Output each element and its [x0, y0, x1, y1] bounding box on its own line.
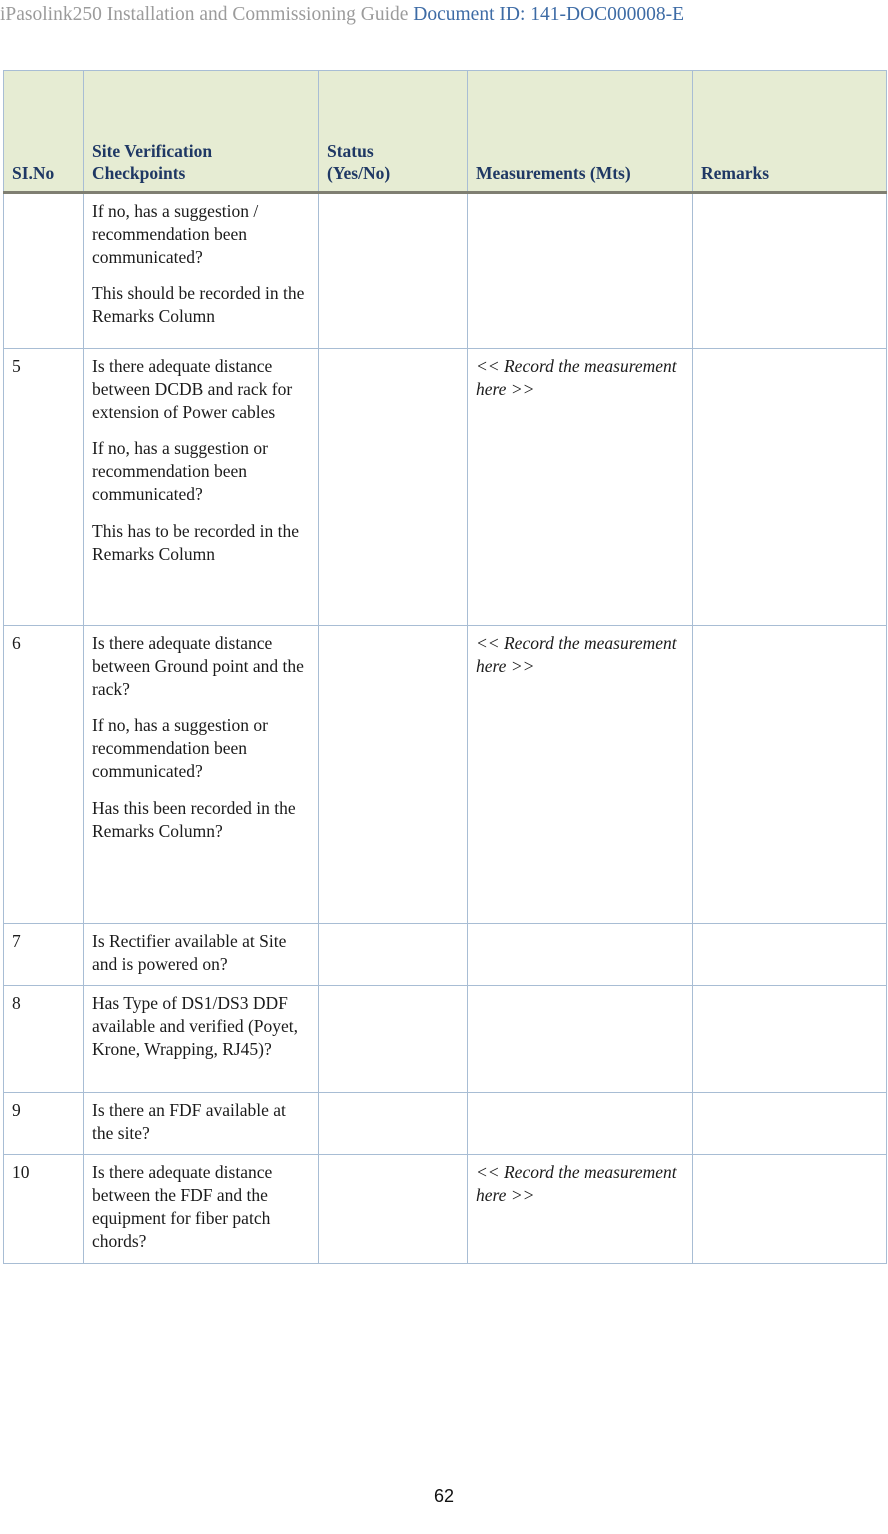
- checkpoint-paragraph: If no, has a suggestion or recommendatio…: [92, 715, 268, 782]
- table-row: 10 Is there adequate distance between th…: [3, 1154, 887, 1264]
- header-document-title: iPasolink250 Installation and Commission…: [0, 4, 409, 25]
- cell-slno: 8: [3, 985, 84, 1093]
- cell-remarks[interactable]: [692, 348, 887, 626]
- column-header-site-verification-checkpoints: Site Verification Checkpoints: [83, 70, 319, 194]
- checkpoint-paragraph: Has Type of DS1/DS3 DDF available and ve…: [92, 993, 299, 1060]
- column-header-slno: SI.No: [3, 70, 84, 194]
- column-header-remarks: Remarks: [692, 70, 887, 194]
- cell-slno: 7: [3, 923, 84, 986]
- checkpoint-paragraph: Is Rectifier available at Site and is po…: [92, 931, 287, 975]
- table-body: If no, has a suggestion / recommendation…: [3, 192, 887, 1264]
- column-header-status-line-2: (Yes/No): [327, 163, 391, 184]
- checkpoint-paragraph: This has to be recorded in the Remarks C…: [92, 520, 300, 564]
- cell-status[interactable]: [318, 348, 468, 626]
- cell-checkpoint: Is there an FDF available at the site?: [83, 1092, 319, 1155]
- checkpoint-paragraph: Is there adequate distance between DCDB …: [92, 356, 293, 423]
- cell-measurements[interactable]: << Record the measurement here >>: [467, 625, 693, 924]
- cell-measurements[interactable]: [467, 985, 693, 1093]
- cell-checkpoint: Has Type of DS1/DS3 DDF available and ve…: [83, 985, 319, 1093]
- checkpoint-paragraph: Is there an FDF available at the site?: [92, 1100, 286, 1144]
- site-verification-checklist-table-wrapper: SI.No Site Verification Checkpoints Stat…: [3, 70, 887, 1264]
- checkpoint-paragraph: Is there adequate distance between Groun…: [92, 633, 304, 700]
- page-number: 62: [433, 1486, 455, 1506]
- column-header-status: Status (Yes/No): [318, 70, 468, 194]
- table-row: 6 Is there adequate distance between Gro…: [3, 625, 887, 924]
- checkpoint-paragraph: If no, has a suggestion or recommendatio…: [92, 438, 268, 505]
- column-header-remarks-line-1: Remarks: [701, 163, 770, 184]
- page-running-header: iPasolink250 Installation and Commission…: [0, 0, 888, 34]
- cell-slno: [3, 192, 84, 349]
- table-row: 7 Is Rectifier available at Site and is …: [3, 923, 887, 986]
- cell-status[interactable]: [318, 985, 468, 1093]
- checkpoint-paragraph: Is there adequate distance between the F…: [92, 1162, 273, 1252]
- cell-checkpoint: Is there adequate distance between DCDB …: [83, 348, 319, 626]
- cell-remarks[interactable]: [692, 1092, 887, 1155]
- table-header-row: SI.No Site Verification Checkpoints Stat…: [3, 70, 887, 194]
- site-verification-checklist-table: SI.No Site Verification Checkpoints Stat…: [3, 70, 887, 1264]
- header-document-id: Document ID: 141-DOC000008-E: [413, 4, 685, 25]
- cell-remarks[interactable]: [692, 192, 887, 349]
- table-row: 5 Is there adequate distance between DCD…: [3, 348, 887, 626]
- cell-measurements[interactable]: [467, 923, 693, 986]
- cell-slno: 5: [3, 348, 84, 626]
- cell-status[interactable]: [318, 192, 468, 349]
- column-header-slno-line-1: SI.No: [12, 163, 55, 184]
- column-header-measurements-line-1: Measurements (Mts): [476, 163, 631, 184]
- column-header-checkpoints-line-2: Checkpoints: [92, 163, 186, 184]
- column-header-status-line-1: Status: [327, 140, 374, 161]
- cell-checkpoint: Is Rectifier available at Site and is po…: [83, 923, 319, 986]
- cell-status[interactable]: [318, 1154, 468, 1264]
- cell-slno: 10: [3, 1154, 84, 1264]
- cell-measurements[interactable]: << Record the measurement here >>: [467, 1154, 693, 1264]
- cell-remarks[interactable]: [692, 985, 887, 1093]
- table-row: 9 Is there an FDF available at the site?: [3, 1092, 887, 1155]
- cell-measurements[interactable]: [467, 1092, 693, 1155]
- cell-remarks[interactable]: [692, 923, 887, 986]
- cell-status[interactable]: [318, 1092, 468, 1155]
- cell-checkpoint: Is there adequate distance between the F…: [83, 1154, 319, 1264]
- cell-slno: 9: [3, 1092, 84, 1155]
- table-header: SI.No Site Verification Checkpoints Stat…: [3, 70, 887, 194]
- column-header-checkpoints-line-1: Site Verification: [92, 140, 213, 161]
- cell-slno: 6: [3, 625, 84, 924]
- checkpoint-paragraph: This should be recorded in the Remarks C…: [92, 283, 305, 327]
- checkpoint-paragraph: Has this been recorded in the Remarks Co…: [92, 797, 296, 841]
- cell-status[interactable]: [318, 923, 468, 986]
- table-row: 8 Has Type of DS1/DS3 DDF available and …: [3, 985, 887, 1093]
- table-row: If no, has a suggestion / recommendation…: [3, 192, 887, 349]
- cell-checkpoint: Is there adequate distance between Groun…: [83, 625, 319, 924]
- cell-status[interactable]: [318, 625, 468, 924]
- column-header-measurements: Measurements (Mts): [467, 70, 693, 194]
- cell-measurements[interactable]: << Record the measurement here >>: [467, 348, 693, 626]
- cell-remarks[interactable]: [692, 1154, 887, 1264]
- checkpoint-paragraph: If no, has a suggestion / recommendation…: [92, 201, 259, 268]
- cell-remarks[interactable]: [692, 625, 887, 924]
- cell-checkpoint: If no, has a suggestion / recommendation…: [83, 192, 319, 349]
- cell-measurements[interactable]: [467, 192, 693, 349]
